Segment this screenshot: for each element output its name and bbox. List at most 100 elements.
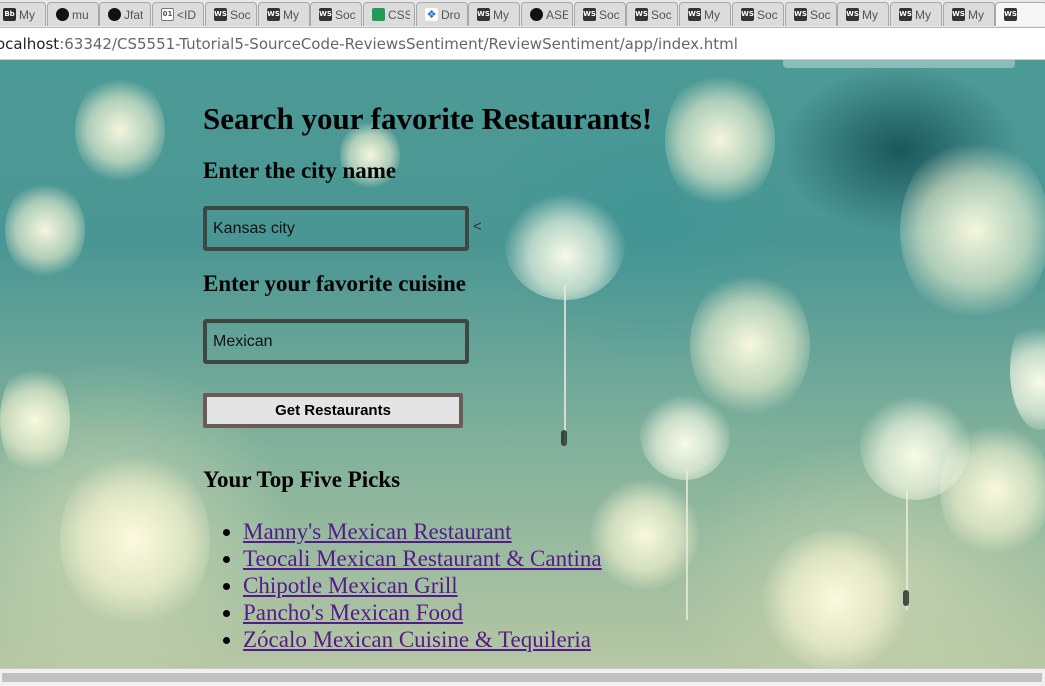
tab-title: My [968,7,984,22]
tab-strip: BbMymuJfat01<IDWSSocWSMyWSSocCSS❖DroWSMy… [0,0,1045,28]
list-item: Teocali Mexican Restaurant & Cantina [243,545,602,572]
restaurant-link[interactable]: Pancho's Mexican Food [243,600,463,625]
city-input[interactable] [203,206,469,251]
tab-title: Soc [230,7,251,22]
tab-title: Dro [441,7,461,22]
webstorm-icon: WS [1004,8,1017,21]
url-path: :63342/CS5551-Tutorial5-SourceCode-Revie… [59,34,738,53]
browser-tab[interactable]: WS My [837,2,889,26]
restaurant-link[interactable]: Teocali Mexican Restaurant & Cantina [243,546,602,571]
bokeh-light [0,360,70,480]
browser-tab[interactable]: WS Soc [205,2,257,26]
bokeh-light [75,75,165,185]
browser-tab[interactable]: Jfat [99,2,151,26]
tab-title: My [283,7,299,22]
bokeh-light [900,135,1045,325]
page-title: Search your favorite Restaurants! [203,101,653,136]
tab-title: My [915,7,931,22]
cuisine-label: Enter your favorite cuisine [203,271,466,296]
tab-title: Soc [335,7,356,22]
browser-tab[interactable]: 01 <ID [152,2,204,26]
github-icon [56,8,69,21]
webstorm-icon: WS [635,8,648,21]
bokeh-light [665,70,775,210]
webstorm-icon: WS [477,8,490,21]
tab-title: ASE [546,7,568,22]
tab-title: Soc [810,7,831,22]
scrollbar-thumb[interactable] [2,673,1042,682]
tab-title: Jfat [124,7,144,22]
url-host: ocalhost [0,34,60,53]
tab-title: My [19,7,35,22]
browser-tab[interactable]: WS My [679,2,731,26]
browser-tab[interactable]: WS My [468,2,520,26]
browser-tab[interactable]: ❖ Dro [416,2,468,26]
github-icon [108,8,121,21]
browser-tab[interactable]: CSS [363,2,415,26]
document-icon: 01 [161,8,174,21]
browser-tab[interactable]: WS My [890,2,942,26]
page-viewport: Search your favorite Restaurants! Enter … [0,60,1045,668]
webstorm-icon: WS [899,8,912,21]
browser-tab[interactable]: WS My [943,2,995,26]
browser-tab[interactable]: Bb My [0,2,46,26]
dandelion-seed-head [860,390,970,500]
webstorm-icon: WS [794,8,807,21]
cuisine-input[interactable] [203,319,469,364]
webstorm-icon: WS [952,8,965,21]
dandelion-stem [564,285,566,445]
browser-tab[interactable]: ASE [521,2,573,26]
spreadsheet-icon [372,8,385,21]
city-label: Enter the city name [203,158,397,183]
webstorm-icon: WS [583,8,596,21]
browser-tab[interactable]: WS Soc [785,2,837,26]
tab-title: My [704,7,720,22]
tab-title: mu [72,7,89,22]
get-restaurants-button[interactable]: Get Restaurants [203,393,463,428]
dandelion-stem [686,470,688,620]
webstorm-icon: WS [688,8,701,21]
city-input-marker: < [473,218,482,235]
browser-tab[interactable]: WS Soc [574,2,626,26]
browser-tab[interactable]: WS Soc [310,2,362,26]
restaurant-link[interactable]: Zócalo Mexican Cuisine & Tequileria [243,627,591,652]
tab-title: My [862,7,878,22]
tab-title: My [493,7,509,22]
browser-tab[interactable]: WS [995,2,1045,26]
dandelion-seed-head [1010,310,1045,430]
background-watermark [783,60,1015,68]
restaurant-link[interactable]: Chipotle Mexican Grill [243,573,458,598]
dandelion-seed [561,430,567,446]
horizontal-scrollbar[interactable] [0,668,1045,686]
list-item: Manny's Mexican Restaurant [243,518,602,545]
browser-tab[interactable]: WS Soc [626,2,678,26]
dropbox-icon: ❖ [425,8,438,21]
webstorm-icon: WS [319,8,332,21]
browser-tab[interactable]: mu [47,2,99,26]
dandelion-seed-head [640,390,730,480]
browser-tab[interactable]: WS My [258,2,310,26]
webstorm-icon: WS [214,8,227,21]
tab-title: Soc [651,7,672,22]
list-item: Pancho's Mexican Food [243,599,602,626]
dandelion-seed [903,590,909,606]
bokeh-light [5,180,85,280]
webstorm-icon: WS [267,8,280,21]
bokeh-light [60,450,210,630]
results-heading: Your Top Five Picks [203,467,401,492]
list-item: Zócalo Mexican Cuisine & Tequileria [243,626,602,653]
address-bar[interactable]: ocalhost:63342/CS5551-Tutorial5-SourceCo… [0,28,1045,60]
webstorm-icon: WS [741,8,754,21]
webstorm-icon: WS [846,8,859,21]
github-icon [530,8,543,21]
dandelion-seed-head [505,190,625,300]
browser-tab[interactable]: WS Soc [732,2,784,26]
bokeh-light [760,530,910,668]
blackboard-icon: Bb [3,8,16,21]
tab-title: <ID [177,7,197,22]
tab-title: CSS [388,7,410,22]
bokeh-light [590,480,700,590]
results-list: Manny's Mexican Restaurant Teocali Mexic… [203,518,602,653]
list-item: Chipotle Mexican Grill [243,572,602,599]
restaurant-link[interactable]: Manny's Mexican Restaurant [243,519,512,544]
